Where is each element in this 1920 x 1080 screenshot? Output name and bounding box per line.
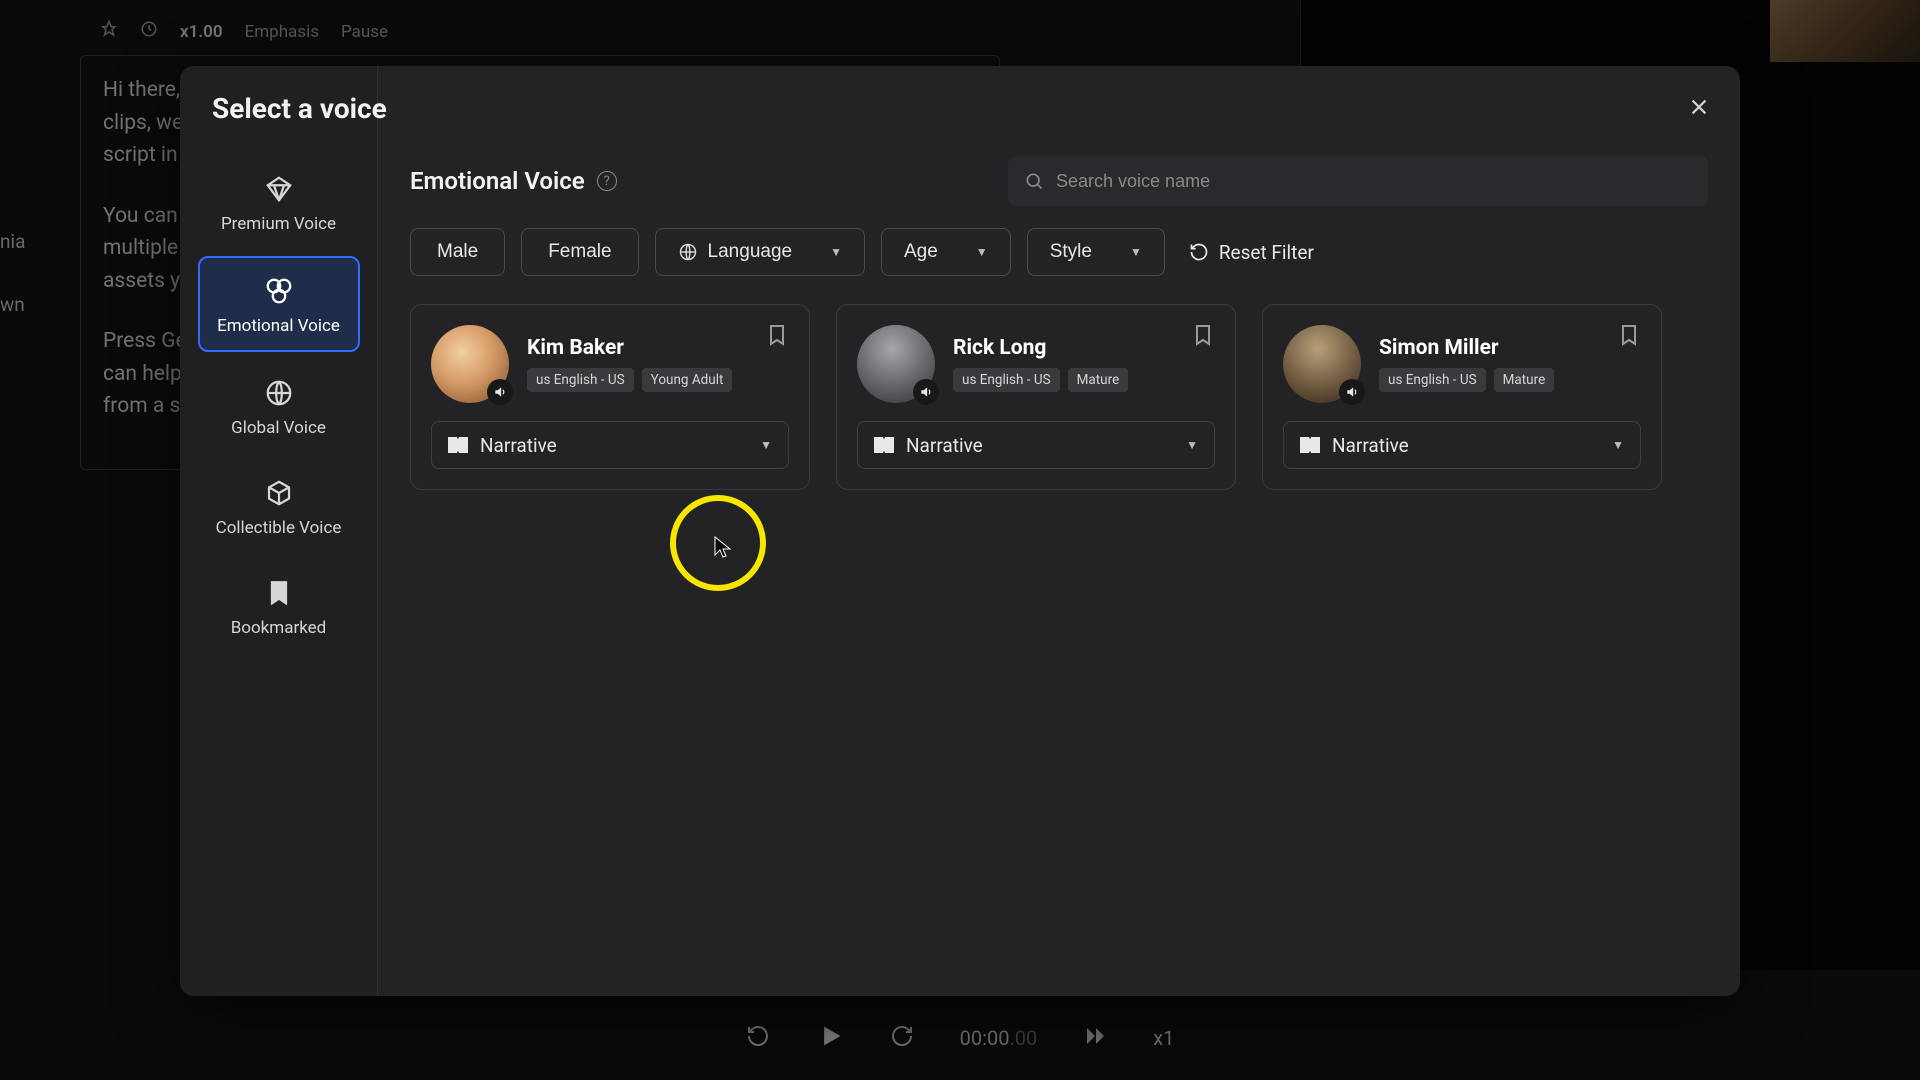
- voice-age-tag: Young Adult: [642, 368, 733, 392]
- filter-age[interactable]: Age▼: [881, 228, 1011, 276]
- speaker-icon: [487, 379, 513, 405]
- sidebar-item-emotional[interactable]: Emotional Voice: [198, 256, 360, 352]
- chevron-down-icon: ▼: [1612, 438, 1624, 452]
- voice-card[interactable]: Simon Miller us English - US Mature Narr…: [1262, 304, 1662, 490]
- voice-lang-tag: us English - US: [527, 368, 634, 392]
- filter-style[interactable]: Style▼: [1027, 228, 1165, 276]
- forward-icon: [890, 1024, 914, 1053]
- chevron-down-icon: ▼: [1186, 438, 1198, 452]
- voice-style-select[interactable]: Narrative ▼: [431, 421, 789, 469]
- filter-row: Male Female Language▼ Age▼ Style▼ Reset …: [410, 228, 1708, 276]
- section-title: Emotional Voice: [410, 167, 585, 195]
- sidebar-item-label: Collectible Voice: [216, 518, 342, 538]
- voice-name: Rick Long: [953, 336, 1128, 360]
- speed-value: x1.00: [180, 22, 223, 42]
- fast-forward-icon: [1083, 1024, 1107, 1053]
- speaker-icon: [913, 379, 939, 405]
- bookmark-button[interactable]: [1617, 321, 1641, 353]
- reset-filter[interactable]: Reset Filter: [1189, 241, 1314, 264]
- voice-name: Kim Baker: [527, 336, 732, 360]
- filter-female[interactable]: Female: [521, 228, 638, 276]
- chevron-down-icon: ▼: [760, 438, 772, 452]
- refresh-icon: [1189, 242, 1209, 262]
- avatar[interactable]: [1283, 325, 1361, 403]
- preview-thumb: [1770, 0, 1920, 62]
- voice-name: Simon Miller: [1379, 336, 1554, 360]
- playbar: 00:00.00 x1: [0, 996, 1920, 1080]
- close-button[interactable]: [1680, 88, 1718, 126]
- speaker-icon: [1339, 379, 1365, 405]
- sidebar-item-label: Premium Voice: [221, 214, 336, 234]
- voice-card[interactable]: Rick Long us English - US Mature Narrati…: [836, 304, 1236, 490]
- history-icon: [140, 20, 158, 43]
- book-icon: [1300, 437, 1320, 453]
- avatar[interactable]: [431, 325, 509, 403]
- sidebar-item-collectible[interactable]: Collectible Voice: [198, 460, 360, 552]
- book-icon: [448, 437, 468, 453]
- sidebar-item-global[interactable]: Global Voice: [198, 360, 360, 452]
- emphasis-tool: Emphasis: [245, 22, 319, 42]
- help-icon[interactable]: ?: [597, 171, 617, 191]
- voice-main: Emotional Voice ? Male Female Language▼ …: [378, 66, 1740, 996]
- book-icon: [874, 437, 894, 453]
- bookmark-button[interactable]: [1191, 321, 1215, 353]
- modal-title: Select a voice: [212, 92, 387, 125]
- pause-tool: Pause: [341, 22, 388, 42]
- filter-language[interactable]: Language▼: [655, 228, 865, 276]
- voice-age-tag: Mature: [1068, 368, 1129, 392]
- voice-lang-tag: us English - US: [953, 368, 1060, 392]
- voice-style-select[interactable]: Narrative ▼: [1283, 421, 1641, 469]
- bookmark-button[interactable]: [765, 321, 789, 353]
- sidebar-item-label: Global Voice: [231, 418, 326, 438]
- voice-age-tag: Mature: [1494, 368, 1555, 392]
- search-input[interactable]: [1056, 171, 1692, 192]
- voice-style-select[interactable]: Narrative ▼: [857, 421, 1215, 469]
- globe-icon: [678, 242, 698, 262]
- voice-category-sidebar: Premium Voice Emotional Voice Global Voi…: [180, 66, 378, 996]
- search-icon: [1024, 171, 1044, 191]
- play-time: 00:00.00: [960, 1026, 1038, 1050]
- voice-lang-tag: us English - US: [1379, 368, 1486, 392]
- play-button: [816, 1022, 844, 1055]
- sidebar-item-bookmarked[interactable]: Bookmarked: [198, 560, 360, 652]
- sidebar-item-label: Bookmarked: [231, 618, 327, 638]
- left-rail: nia wn: [0, 230, 25, 316]
- filter-male[interactable]: Male: [410, 228, 505, 276]
- voice-card-grid: Kim Baker us English - US Young Adult Na…: [410, 304, 1708, 490]
- playback-rate: x1: [1153, 1026, 1174, 1050]
- search-field[interactable]: [1008, 156, 1708, 206]
- pin-icon: [100, 20, 118, 43]
- sidebar-item-label: Emotional Voice: [217, 316, 340, 336]
- voice-card[interactable]: Kim Baker us English - US Young Adult Na…: [410, 304, 810, 490]
- rewind-icon: [746, 1024, 770, 1053]
- sidebar-item-premium[interactable]: Premium Voice: [198, 156, 360, 248]
- voice-modal: Select a voice Premium Voice Emotional V…: [180, 66, 1740, 996]
- avatar[interactable]: [857, 325, 935, 403]
